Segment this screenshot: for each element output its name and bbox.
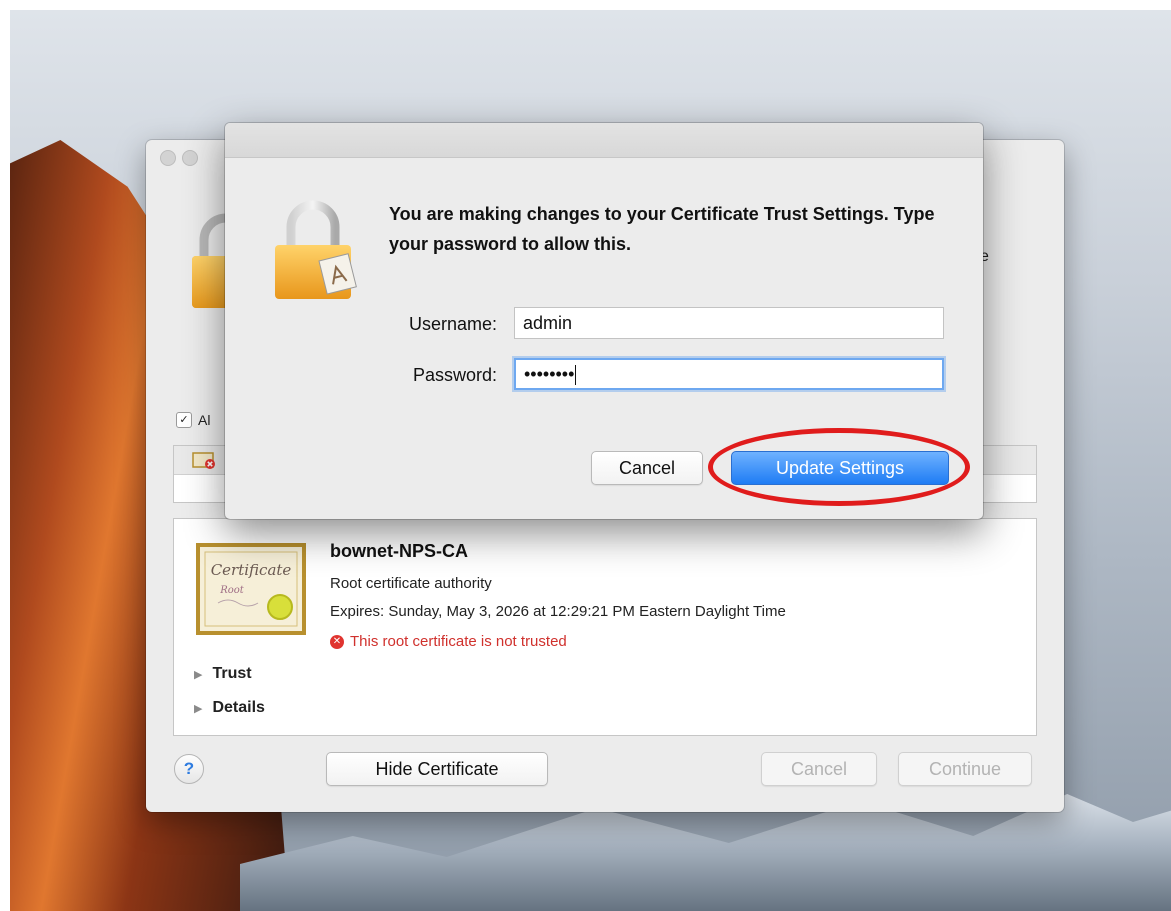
certificate-status-text: This root certificate is not trusted bbox=[350, 633, 567, 650]
disclosure-triangle-icon: ▶ bbox=[194, 668, 203, 681]
trust-disclosure-label: Trust bbox=[212, 665, 252, 682]
username-label: Username: bbox=[408, 314, 497, 334]
dialog-titlebar bbox=[225, 123, 983, 158]
always-trust-checkbox[interactable]: ✓ bbox=[176, 412, 192, 428]
always-trust-label: Al bbox=[198, 412, 211, 428]
details-disclosure[interactable]: ▶ Details bbox=[194, 699, 265, 717]
details-disclosure-label: Details bbox=[212, 699, 265, 716]
trust-disclosure[interactable]: ▶ Trust bbox=[194, 665, 252, 683]
password-field[interactable]: •••••••• bbox=[514, 358, 944, 390]
certificate-name: bownet-NPS-CA bbox=[330, 541, 468, 561]
minimize-window-button[interactable] bbox=[182, 150, 198, 166]
cancel-button[interactable]: Cancel bbox=[761, 752, 877, 786]
hide-certificate-button[interactable]: Hide Certificate bbox=[326, 752, 548, 786]
error-x-icon: ✕ bbox=[330, 634, 344, 649]
certificate-type: Root certificate authority bbox=[330, 575, 492, 592]
certificate-details-panel: Certificate Root bownet-NPS-CA Root cert… bbox=[173, 518, 1037, 736]
certificate-icon: Certificate Root bbox=[196, 543, 306, 640]
password-value: •••••••• bbox=[524, 364, 575, 384]
certificate-expiration: Expires: Sunday, May 3, 2026 at 12:29:21… bbox=[330, 603, 786, 620]
dialog-cancel-button[interactable]: Cancel bbox=[591, 451, 703, 485]
continue-button[interactable]: Continue bbox=[898, 752, 1032, 786]
password-label: Password: bbox=[412, 365, 497, 385]
certificate-status: ✕ This root certificate is not trusted bbox=[330, 633, 567, 650]
disclosure-triangle-icon: ▶ bbox=[194, 702, 203, 715]
certificate-untrusted-icon bbox=[192, 452, 218, 475]
lock-icon bbox=[271, 197, 357, 310]
certificate-image-title: Certificate bbox=[211, 561, 292, 579]
always-trust-checkbox-row[interactable]: ✓ Al bbox=[176, 412, 210, 428]
certificate-image-subtitle: Root bbox=[219, 585, 245, 596]
dialog-message: You are making changes to your Certifica… bbox=[389, 204, 935, 254]
text-caret bbox=[575, 365, 577, 386]
close-window-button[interactable] bbox=[160, 150, 176, 166]
username-field[interactable]: admin bbox=[514, 307, 944, 339]
help-button[interactable]: ? bbox=[174, 754, 204, 784]
annotation-highlight-ring bbox=[708, 428, 970, 506]
